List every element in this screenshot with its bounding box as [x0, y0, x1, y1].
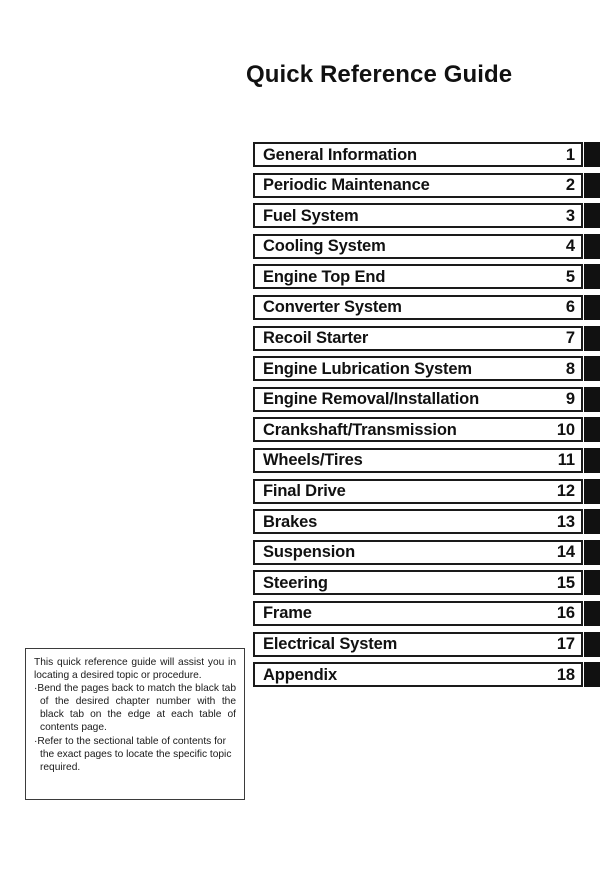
chapter-black-tab [584, 264, 600, 290]
chapter-row[interactable]: Converter System 6 [253, 294, 600, 320]
chapter-black-tab [584, 233, 600, 259]
chapter-label: Brakes [263, 512, 318, 531]
chapter-entry-5[interactable]: Engine Top End 5 [253, 264, 583, 290]
chapter-label: Engine Removal/Installation [263, 390, 479, 409]
chapter-entry-13[interactable]: Brakes 13 [253, 509, 583, 535]
chapter-row[interactable]: Wheels/Tires 11 [253, 447, 600, 473]
chapter-entry-18[interactable]: Appendix 18 [253, 662, 583, 688]
chapter-label: Final Drive [263, 482, 346, 501]
page-title: Quick Reference Guide [246, 61, 513, 88]
chapter-number: 17 [556, 635, 575, 653]
chapter-entry-2[interactable]: Periodic Maintenance 2 [253, 172, 583, 198]
chapter-black-tab [584, 509, 600, 535]
chapter-black-tab [584, 539, 600, 565]
chapter-number: 4 [565, 237, 575, 256]
chapter-black-tab [584, 478, 600, 504]
chapter-number: 13 [556, 512, 575, 531]
chapter-number: 16 [556, 604, 575, 623]
chapter-number: 11 [557, 451, 575, 470]
chapter-black-tab [584, 203, 600, 229]
note-bullet-text: Bend the pages back to match the black t… [37, 683, 236, 734]
chapter-label: Converter System [263, 298, 402, 317]
chapter-label: Engine Lubrication System [263, 359, 472, 378]
chapter-entry-17[interactable]: Electrical System 17 [253, 631, 583, 657]
note-bullet-text: Refer to the sectional table of contents… [37, 735, 232, 773]
chapter-row[interactable]: Periodic Maintenance 2 [253, 172, 600, 198]
chapter-number: 10 [556, 420, 575, 439]
chapter-black-tab [584, 570, 600, 596]
chapter-black-tab [584, 631, 600, 657]
chapter-black-tab [584, 447, 600, 473]
chapter-label: Suspension [263, 543, 356, 562]
chapter-black-tab [584, 417, 600, 443]
chapter-label: Crankshaft/Transmission [263, 420, 457, 439]
chapter-row[interactable]: Engine Lubrication System 8 [253, 356, 600, 382]
chapter-black-tab [584, 325, 600, 351]
chapter-row[interactable]: Brakes 13 [253, 509, 600, 535]
chapter-number: 8 [565, 359, 575, 378]
chapter-black-tab [584, 172, 600, 198]
chapter-entry-10[interactable]: Crankshaft/Transmission 10 [253, 417, 583, 443]
chapter-row[interactable]: Crankshaft/Transmission 10 [253, 417, 600, 443]
note-intro-text: This quick reference guide will assist y… [34, 657, 236, 682]
chapter-row[interactable]: Appendix 18 [253, 662, 600, 688]
chapter-entry-16[interactable]: Frame 16 [253, 600, 583, 626]
chapter-number: 7 [565, 329, 575, 348]
chapter-row[interactable]: Cooling System 4 [253, 233, 600, 259]
chapter-label: General Information [263, 145, 417, 164]
chapter-entry-9[interactable]: Engine Removal/Installation 9 [253, 386, 583, 412]
chapter-number: 1 [565, 145, 575, 164]
chapter-label: Wheels/Tires [263, 451, 363, 470]
note-bullet-item: ·Bend the pages back to match the black … [34, 682, 236, 734]
note-bullet-item: ·Refer to the sectional table of content… [34, 735, 236, 774]
chapter-number: 2 [565, 176, 575, 195]
chapter-row[interactable]: Engine Removal/Installation 9 [253, 386, 600, 412]
chapter-index-list: General Information 1 Periodic Maintenance… [253, 142, 600, 693]
chapter-entry-14[interactable]: Suspension 14 [253, 539, 583, 565]
chapter-label: Steering [263, 573, 328, 592]
chapter-number: 12 [556, 482, 575, 501]
chapter-row[interactable]: Electrical System 17 [253, 631, 600, 657]
chapter-number: 6 [565, 298, 575, 317]
chapter-black-tab [584, 356, 600, 382]
chapter-entry-11[interactable]: Wheels/Tires 11 [253, 447, 583, 473]
chapter-label: Electrical System [263, 635, 398, 653]
chapter-label: Frame [263, 604, 312, 623]
quick-reference-guide-page: Quick Reference Guide General Informatio… [0, 0, 600, 881]
usage-note-box: This quick reference guide will assist y… [25, 648, 245, 800]
chapter-row[interactable]: General Information 1 [253, 142, 600, 167]
chapter-row[interactable]: Final Drive 12 [253, 478, 600, 504]
chapter-black-tab [584, 142, 600, 167]
chapter-label: Fuel System [263, 206, 359, 225]
chapter-number: 5 [565, 267, 575, 286]
chapter-label: Appendix [263, 665, 337, 684]
chapter-label: Periodic Maintenance [263, 176, 430, 195]
chapter-number: 18 [556, 665, 575, 684]
chapter-row[interactable]: Steering 15 [253, 570, 600, 596]
chapter-label: Recoil Starter [263, 329, 369, 348]
chapter-row[interactable]: Suspension 14 [253, 539, 600, 565]
chapter-label: Cooling System [263, 237, 386, 256]
chapter-black-tab [584, 600, 600, 626]
chapter-number: 9 [565, 390, 575, 409]
chapter-entry-12[interactable]: Final Drive 12 [253, 478, 583, 504]
chapter-label: Engine Top End [263, 267, 386, 286]
chapter-entry-15[interactable]: Steering 15 [253, 570, 583, 596]
chapter-black-tab [584, 662, 600, 688]
chapter-black-tab [584, 294, 600, 320]
chapter-row[interactable]: Engine Top End 5 [253, 264, 600, 290]
chapter-entry-7[interactable]: Recoil Starter 7 [253, 325, 583, 351]
chapter-row[interactable]: Fuel System 3 [253, 203, 600, 229]
chapter-row[interactable]: Recoil Starter 7 [253, 325, 600, 351]
chapter-entry-1[interactable]: General Information 1 [253, 142, 583, 167]
chapter-entry-6[interactable]: Converter System 6 [253, 294, 583, 320]
chapter-black-tab [584, 386, 600, 412]
chapter-number: 15 [556, 573, 575, 592]
chapter-row[interactable]: Frame 16 [253, 600, 600, 626]
chapter-number: 3 [565, 206, 575, 225]
chapter-entry-3[interactable]: Fuel System 3 [253, 203, 583, 229]
chapter-entry-4[interactable]: Cooling System 4 [253, 233, 583, 259]
chapter-entry-8[interactable]: Engine Lubrication System 8 [253, 356, 583, 382]
chapter-number: 14 [556, 543, 575, 562]
